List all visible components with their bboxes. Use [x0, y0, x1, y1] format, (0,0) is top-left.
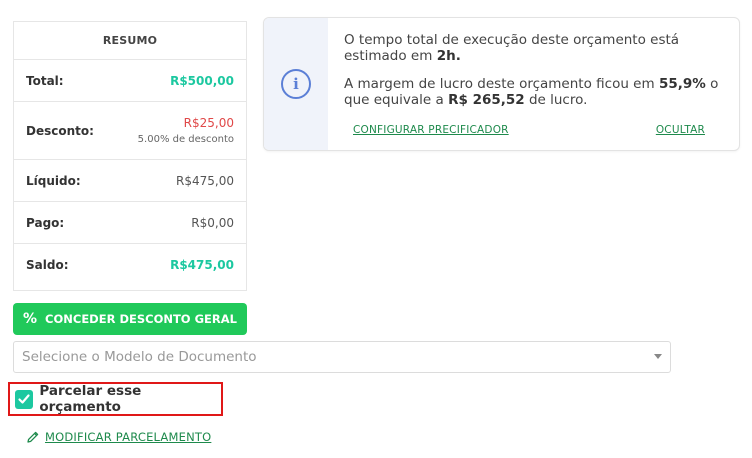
info-links: CONFIGURAR PRECIFICADOR OCULTAR	[353, 124, 705, 136]
installments-checkbox[interactable]	[15, 389, 34, 409]
summary-table: RESUMO Total: R$500,00 Desconto: R$25,00…	[13, 21, 247, 291]
document-model-select[interactable]: Selecione o Modelo de Documento	[13, 341, 671, 373]
modify-installments-label: MODIFICAR PARCELAMENTO	[45, 430, 212, 444]
balance-label: Saldo:	[26, 258, 69, 272]
info-card: i O tempo total de execução deste orçame…	[263, 17, 740, 151]
margin-text: A margem de lucro deste orçamento ficou …	[344, 76, 659, 92]
summary-row-net: Líquido: R$475,00	[14, 160, 246, 202]
general-discount-button[interactable]: % CONCEDER DESCONTO GERAL	[13, 303, 247, 335]
discount-value: R$25,00	[183, 116, 234, 130]
time-value: 2h.	[436, 48, 461, 64]
paid-label: Pago:	[26, 215, 65, 230]
info-icon: i	[281, 69, 311, 99]
summary-row-discount: Desconto: R$25,00 5.00% de desconto	[14, 102, 246, 160]
info-text: O tempo total de execução deste orçament…	[344, 32, 725, 120]
installments-label: Parcelar esse orçamento	[39, 383, 142, 415]
margin-value: 55,9%	[658, 76, 706, 92]
hide-link[interactable]: OCULTAR	[656, 124, 705, 136]
summary-row-total: Total: R$500,00	[14, 60, 246, 102]
total-label: Total:	[26, 73, 64, 88]
configure-pricer-link[interactable]: CONFIGURAR PRECIFICADOR	[353, 124, 509, 136]
chevron-down-icon	[654, 354, 662, 359]
discount-label: Desconto:	[26, 123, 94, 138]
document-model-placeholder: Selecione o Modelo de Documento	[22, 349, 257, 365]
profit-margin-text: A margem de lucro deste orçamento ficou …	[344, 76, 725, 108]
net-value: R$475,00	[176, 173, 234, 188]
summary-row-paid: Pago: R$0,00	[14, 202, 246, 244]
execution-time-text: O tempo total de execução deste orçament…	[344, 32, 725, 64]
total-value: R$500,00	[170, 73, 234, 88]
installments-checkbox-row[interactable]: Parcelar esse orçamento	[8, 382, 223, 416]
modify-installments-link[interactable]: MODIFICAR PARCELAMENTO	[26, 430, 211, 444]
discount-value-group: R$25,00 5.00% de desconto	[138, 116, 234, 145]
percent-icon: %	[23, 311, 38, 327]
summary-row-balance: Saldo: R$475,00	[14, 244, 246, 286]
discount-percent: 5.00% de desconto	[137, 134, 234, 145]
summary-title: RESUMO	[14, 22, 246, 60]
profit-value: R$ 265,52	[448, 92, 525, 108]
paid-value: R$0,00	[191, 215, 234, 230]
time-text: O tempo total de execução deste orçament…	[344, 32, 680, 64]
pencil-icon	[27, 431, 39, 443]
general-discount-label: CONCEDER DESCONTO GERAL	[45, 312, 237, 326]
check-icon	[18, 394, 30, 404]
balance-value: R$475,00	[170, 258, 234, 272]
net-label: Líquido:	[26, 173, 81, 188]
profit-suffix: de lucro.	[524, 92, 588, 108]
info-icon-column: i	[264, 18, 328, 150]
